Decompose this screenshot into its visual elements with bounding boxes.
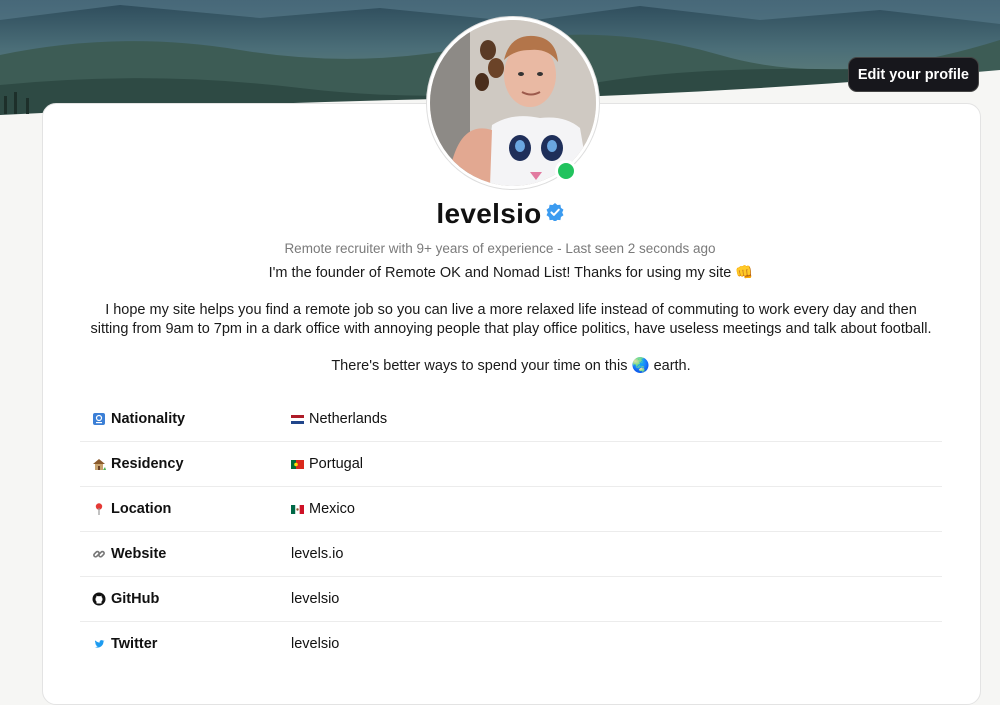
bio-paragraph: I'm the founder of Remote OK and Nomad L… [268, 265, 754, 281]
website-link[interactable]: levels.io [291, 546, 343, 562]
profile-details-table: Nationality Netherlands Residency Portug… [80, 397, 942, 666]
detail-label: Twitter [80, 636, 278, 652]
detail-row-website: Website levels.io [80, 532, 942, 577]
detail-row-nationality: Nationality Netherlands [80, 397, 942, 442]
link-icon [93, 550, 105, 558]
bio-paragraph: There's better ways to spend your time o… [331, 358, 691, 374]
online-status-indicator [555, 160, 577, 182]
profile-bio: I'm the founder of Remote OK and Nomad L… [85, 264, 937, 376]
github-icon [92, 592, 106, 606]
detail-row-location: Location Mexico [80, 487, 942, 532]
mexico-flag-icon [291, 504, 304, 514]
detail-label: Website [80, 546, 278, 562]
profile-name-row: levelsio [0, 198, 1000, 230]
detail-value: Netherlands [281, 411, 387, 427]
house-icon [93, 459, 106, 470]
detail-value: levelsio [281, 591, 339, 607]
detail-label: Nationality [80, 411, 278, 427]
profile-username: levelsio [436, 198, 542, 229]
detail-row-residency: Residency Portugal [80, 442, 942, 487]
detail-row-twitter: Twitter levelsio [80, 622, 942, 666]
twitter-icon [95, 640, 105, 648]
netherlands-flag-icon [291, 414, 304, 424]
detail-label: GitHub [80, 591, 278, 607]
detail-label: Location [80, 501, 278, 517]
twitter-link[interactable]: levelsio [291, 636, 339, 652]
bio-paragraph: I hope my site helps you find a remote j… [90, 302, 932, 337]
edit-profile-button[interactable]: Edit your profile [847, 57, 979, 92]
detail-value: levels.io [281, 546, 343, 562]
pin-icon [95, 503, 103, 515]
detail-value: Portugal [281, 456, 363, 472]
detail-value: Mexico [281, 501, 355, 517]
profile-subtitle: Remote recruiter with 9+ years of experi… [284, 241, 716, 256]
portugal-flag-icon [291, 459, 304, 469]
detail-value: levelsio [281, 636, 339, 652]
github-link[interactable]: levelsio [291, 591, 339, 607]
detail-label: Residency [80, 456, 278, 472]
detail-row-github: GitHub levelsio [80, 577, 942, 622]
verified-badge-icon [546, 203, 564, 221]
passport-icon [93, 413, 105, 425]
